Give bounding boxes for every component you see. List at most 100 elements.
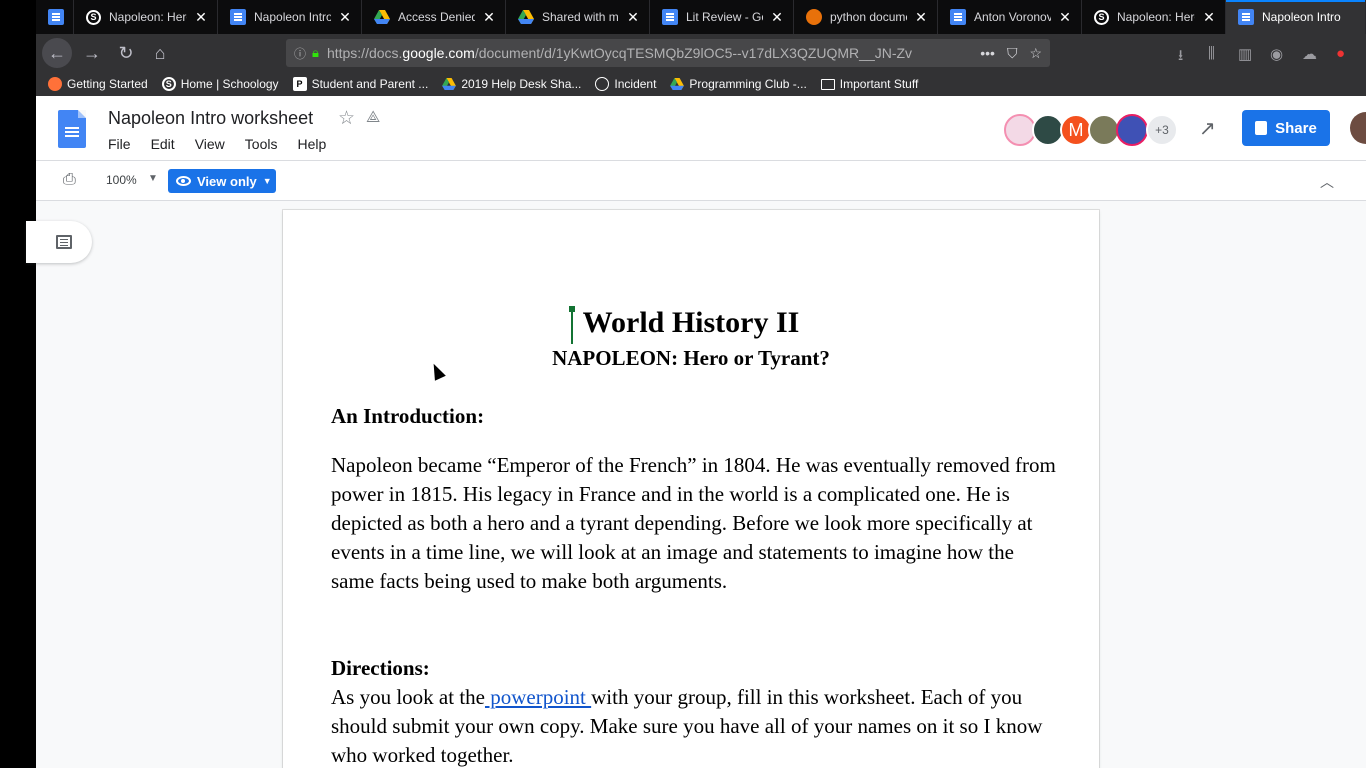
globe-icon: [595, 77, 610, 91]
more-collaborators-badge[interactable]: +3: [1146, 114, 1178, 146]
bookmark-label: 2019 Help Desk Sha...: [461, 77, 582, 91]
browser-tab-active[interactable]: Napoleon Intro: [1226, 0, 1366, 34]
bookmark-item[interactable]: 2019 Help Desk Sha...: [442, 77, 581, 91]
home-button[interactable]: ⌂: [146, 39, 174, 67]
tab-label: Napoleon: Hero: [109, 10, 187, 24]
lock-icon: 🔒︎: [312, 45, 319, 60]
close-icon[interactable]: ✕: [1057, 9, 1073, 26]
docs-app: Napoleon Intro worksheet ☆ ⟁ File Edit V…: [26, 96, 1366, 768]
bookmark-item[interactable]: Programming Club -...: [670, 77, 807, 91]
avatar[interactable]: [1116, 114, 1148, 146]
browser-tab[interactable]: Shared with me ✕: [506, 0, 650, 34]
extension-icon[interactable]: ●: [1336, 45, 1345, 62]
docs-icon: [1238, 9, 1254, 25]
directions-text: As you look at the: [331, 685, 485, 709]
browser-tab[interactable]: [36, 0, 74, 34]
docs-logo-icon[interactable]: [58, 110, 86, 148]
chevron-down-icon[interactable]: ▼: [148, 173, 158, 184]
schoology-icon: S: [86, 9, 101, 25]
close-icon[interactable]: ✕: [625, 9, 641, 26]
bookmark-item[interactable]: P Student and Parent ...: [292, 77, 428, 91]
bookmark-star-icon[interactable]: ☆: [1029, 45, 1042, 62]
outline-icon: [56, 235, 72, 249]
directions-paragraph: As you look at the powerpoint with your …: [331, 683, 1061, 768]
menu-view[interactable]: View: [185, 136, 235, 152]
pocket-icon[interactable]: ⛉: [1007, 45, 1018, 62]
document-page[interactable]: World History II NAPOLEON: Hero or Tyran…: [283, 210, 1099, 768]
reload-button[interactable]: ↻: [112, 39, 140, 67]
browser-tab[interactable]: Anton Voronov ✕: [938, 0, 1082, 34]
menu-edit[interactable]: Edit: [141, 136, 185, 152]
more-icon[interactable]: •••: [980, 45, 995, 61]
bookmark-folder[interactable]: Important Stuff: [820, 77, 918, 91]
star-icon[interactable]: ☆: [338, 107, 355, 130]
bookmark-item[interactable]: S Home | Schoology: [161, 77, 279, 91]
menu-file[interactable]: File: [98, 136, 141, 152]
python-icon: [806, 9, 822, 25]
browser-tab[interactable]: Napoleon Intro ✕: [218, 0, 362, 34]
docs-header: Napoleon Intro worksheet ☆ ⟁ File Edit V…: [36, 96, 1366, 160]
browser-nav-bar: ← → ↻ ⌂ ⓘ 🔒︎ https://docs.google.com/doc…: [36, 34, 1366, 72]
zoom-select[interactable]: 100%: [106, 173, 137, 187]
menu-help[interactable]: Help: [287, 136, 336, 152]
print-icon[interactable]: ⎙: [63, 171, 76, 189]
menu-bar: File Edit View Tools Help: [98, 136, 336, 152]
docs-icon: [662, 9, 678, 25]
drive-icon: [442, 77, 457, 91]
share-label: Share: [1275, 119, 1317, 137]
account-icon[interactable]: ◉: [1270, 45, 1283, 63]
chevron-down-icon: ▼: [262, 176, 272, 186]
parentvue-icon: P: [292, 77, 307, 91]
close-icon[interactable]: ✕: [1201, 9, 1217, 26]
url-bar[interactable]: ⓘ 🔒︎ https://docs.google.com/document/d/…: [286, 39, 1050, 67]
sync-icon[interactable]: ☁: [1302, 45, 1317, 63]
lock-icon: [1255, 121, 1268, 135]
tab-label: Napoleon Intro: [254, 10, 331, 24]
bookmark-item[interactable]: Incident: [595, 77, 656, 91]
schoology-icon: S: [1094, 9, 1109, 25]
share-button[interactable]: Share: [1242, 110, 1330, 146]
view-only-label: View only: [197, 173, 257, 189]
drive-icon: [670, 77, 685, 91]
activity-dashboard-icon[interactable]: ↗: [1199, 116, 1216, 141]
menu-tools[interactable]: Tools: [235, 136, 288, 152]
browser-tab[interactable]: Access Denied ✕: [362, 0, 506, 34]
close-icon[interactable]: ✕: [769, 9, 785, 26]
download-icon[interactable]: ⭳: [1178, 45, 1183, 70]
tab-label: Access Denied: [398, 10, 475, 24]
browser-tab-bar: S Napoleon: Hero ✕ Napoleon Intro ✕ Acce…: [36, 0, 1366, 34]
tab-label: Napoleon Intro: [1262, 10, 1341, 24]
tab-label: Shared with me: [542, 10, 619, 24]
bookmark-label: Getting Started: [67, 77, 148, 91]
tab-label: Anton Voronov: [974, 10, 1051, 24]
bookmark-item[interactable]: Getting Started: [48, 77, 148, 91]
chevron-up-icon[interactable]: ︿: [1320, 172, 1334, 192]
tab-label: Napoleon: Hero: [1117, 10, 1195, 24]
powerpoint-link[interactable]: powerpoint: [485, 685, 591, 709]
tab-label: Lit Review - Go: [686, 10, 763, 24]
docs-icon: [48, 9, 64, 25]
drive-move-icon[interactable]: ⟁: [366, 109, 380, 127]
bookmark-label: Incident: [614, 77, 657, 91]
close-icon[interactable]: ✕: [337, 9, 353, 26]
info-icon[interactable]: ⓘ: [294, 45, 306, 62]
browser-tab[interactable]: python docume ✕: [794, 0, 938, 34]
browser-tab[interactable]: S Napoleon: Hero ✕: [1082, 0, 1226, 34]
back-button[interactable]: ←: [42, 38, 72, 68]
document-heading: World History II: [582, 306, 800, 339]
document-outline-button[interactable]: [26, 221, 92, 263]
bookmark-label: Programming Club -...: [689, 77, 807, 91]
bookmarks-bar: Getting Started S Home | Schoology P Stu…: [36, 72, 1366, 96]
view-only-button[interactable]: View only ▼: [168, 169, 276, 193]
close-icon[interactable]: ✕: [193, 9, 209, 26]
browser-tab[interactable]: Lit Review - Go ✕: [650, 0, 794, 34]
forward-button[interactable]: →: [78, 39, 106, 67]
close-icon[interactable]: ✕: [913, 9, 929, 26]
document-title[interactable]: Napoleon Intro worksheet: [108, 108, 313, 129]
library-icon[interactable]: ⫼: [1208, 45, 1215, 62]
account-avatar[interactable]: [1350, 112, 1366, 144]
sidebar-icon[interactable]: ▥: [1238, 45, 1252, 63]
close-icon[interactable]: ✕: [481, 9, 497, 26]
browser-tab[interactable]: S Napoleon: Hero ✕: [74, 0, 218, 34]
tab-label: python docume: [830, 10, 907, 24]
